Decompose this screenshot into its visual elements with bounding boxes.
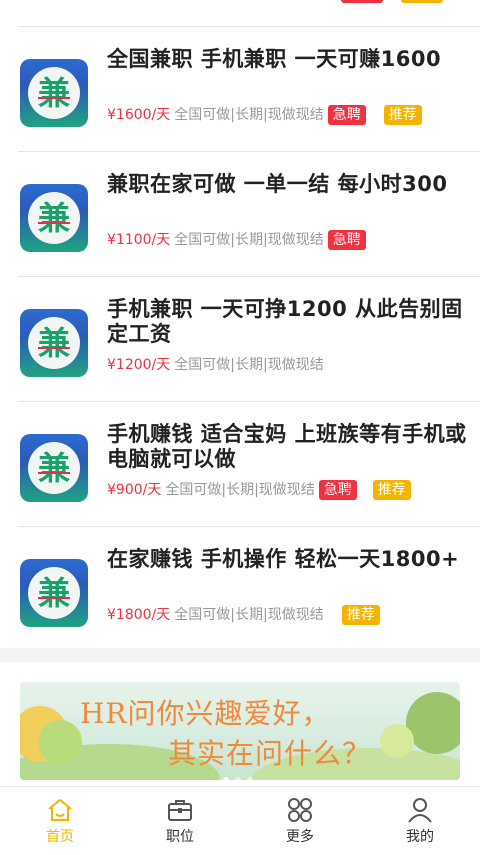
urgent-badge-partial (341, 0, 383, 3)
app-logo-icon: 兼 (20, 559, 88, 627)
job-desc: 全国可做|长期|现做现结 (165, 482, 315, 498)
carousel-dot[interactable] (235, 777, 241, 780)
carousel-dot[interactable] (223, 777, 229, 780)
carousel-dot[interactable] (247, 777, 253, 780)
banner-tree (380, 724, 414, 758)
app-logo-icon: 兼 (20, 309, 88, 377)
recommend-badge: 推荐 (383, 105, 422, 125)
tab-home[interactable]: 首页 (0, 787, 120, 855)
user-icon (408, 798, 432, 823)
tab-profile[interactable]: 我的 (360, 787, 480, 855)
banner-tree (38, 720, 82, 764)
previous-item-tags (0, 0, 480, 4)
app-logo-icon: 兼 (20, 184, 88, 252)
banner-headline: HR问你兴趣爱好， (80, 697, 331, 730)
tab-label: 首页 (46, 829, 74, 845)
job-list-item[interactable]: 兼 全国兼职 手机兼职 一天可赚1600 ¥1600/天 全国可做|长期|现做现结… (18, 26, 480, 151)
urgent-badge: 急聘 (327, 105, 366, 125)
job-desc: 全国可做|长期|现做现结 (174, 357, 324, 373)
briefcase-icon (168, 800, 192, 821)
job-price: ¥1200/天 (107, 357, 171, 373)
job-list-item[interactable]: 兼 兼职在家可做 一单一结 每小时300 ¥1100/天 全国可做|长期|现做现结… (18, 151, 480, 276)
tab-label: 职位 (166, 829, 194, 845)
job-title: 手机兼职 一天可挣1200 从此告别固定工资 (107, 297, 463, 346)
grid-icon (288, 798, 312, 822)
banner-subheadline: 其实在问什么？ (168, 737, 372, 770)
recommend-badge: 推荐 (341, 605, 380, 625)
job-meta: ¥1800/天 全国可做|长期|现做现结 推荐 (107, 605, 380, 625)
tab-more[interactable]: 更多 (240, 787, 360, 855)
recommend-badge-partial (401, 0, 443, 3)
promo-banner[interactable]: HR问你兴趣爱好， 其实在问什么？ (20, 682, 460, 780)
job-price: ¥900/天 (107, 482, 162, 498)
job-meta: ¥900/天 全国可做|长期|现做现结 急聘 推荐 (107, 480, 411, 500)
job-list: 兼 全国兼职 手机兼职 一天可赚1600 ¥1600/天 全国可做|长期|现做现结… (0, 26, 480, 651)
urgent-badge: 急聘 (327, 230, 366, 250)
job-title: 在家赚钱 手机操作 轻松一天1800+ (107, 547, 460, 571)
bottom-tab-bar: 首页 职位 更多 我的 (0, 786, 480, 855)
job-price: ¥1800/天 (107, 607, 171, 623)
job-desc: 全国可做|长期|现做现结 (174, 607, 324, 623)
carousel-dots (220, 768, 256, 780)
recommend-badge: 推荐 (372, 480, 411, 500)
section-divider (0, 648, 480, 662)
job-meta: ¥1200/天 全国可做|长期|现做现结 (107, 355, 324, 375)
urgent-badge: 急聘 (318, 480, 357, 500)
home-icon (48, 799, 72, 821)
job-meta: ¥1100/天 全国可做|长期|现做现结 急聘 (107, 230, 366, 250)
job-title: 手机赚钱 适合宝妈 上班族等有手机或电脑就可以做 (107, 422, 467, 471)
tab-label: 我的 (406, 829, 434, 845)
job-meta: ¥1600/天 全国可做|长期|现做现结 急聘 推荐 (107, 105, 422, 125)
job-price: ¥1600/天 (107, 107, 171, 123)
app-logo-icon: 兼 (20, 434, 88, 502)
job-title: 全国兼职 手机兼职 一天可赚1600 (107, 47, 442, 71)
job-title: 兼职在家可做 一单一结 每小时300 (107, 172, 448, 196)
job-list-item[interactable]: 兼 在家赚钱 手机操作 轻松一天1800+ ¥1800/天 全国可做|长期|现做现… (18, 526, 480, 651)
banner-tree (406, 692, 460, 754)
job-price: ¥1100/天 (107, 232, 171, 248)
tab-jobs[interactable]: 职位 (120, 787, 240, 855)
job-list-item[interactable]: 兼 手机赚钱 适合宝妈 上班族等有手机或电脑就可以做 ¥900/天 全国可做|长期… (18, 401, 480, 526)
job-list-item[interactable]: 兼 手机兼职 一天可挣1200 从此告别固定工资 ¥1200/天 全国可做|长期|… (18, 276, 480, 401)
tab-label: 更多 (286, 829, 314, 845)
job-desc: 全国可做|长期|现做现结 (174, 107, 324, 123)
job-desc: 全国可做|长期|现做现结 (174, 232, 324, 248)
app-logo-icon: 兼 (20, 59, 88, 127)
